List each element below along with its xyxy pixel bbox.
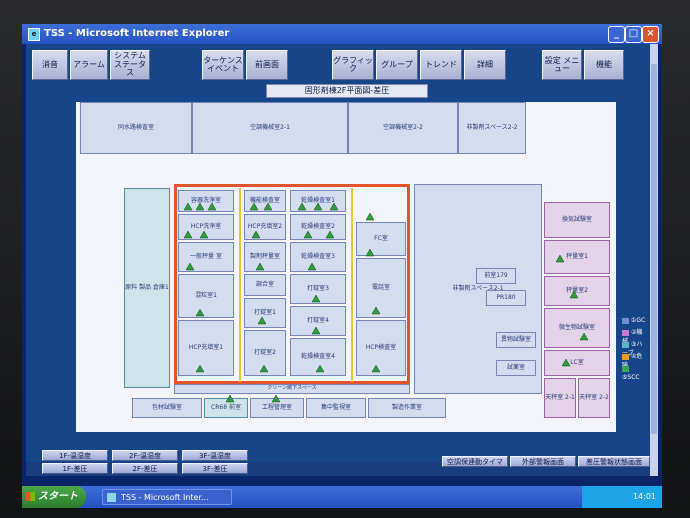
sensor-icon (313, 202, 323, 211)
prev-screen-button[interactable]: 前画面 (246, 50, 288, 80)
sensor-icon (257, 316, 267, 325)
clock: 14:01 (632, 492, 656, 501)
ie-icon (107, 493, 116, 502)
graphic-button[interactable]: グラフィック (332, 50, 374, 80)
sensor-icon (225, 394, 235, 403)
sensor-icon (183, 202, 193, 211)
hvac-timer-button[interactable]: 空調保連動タイマ (442, 456, 508, 467)
sensor-icon (315, 364, 325, 373)
sensor-icon (195, 364, 205, 373)
alarm-button[interactable]: アラーム (70, 50, 108, 80)
scroll-thumb[interactable] (651, 64, 657, 434)
app-client: 消音 アラーム システム ステータス ターケンス イベント 前画面 グラフィック… (26, 44, 652, 476)
sensor-icon (561, 358, 571, 367)
start-label: スタート (38, 491, 78, 502)
function-button[interactable]: 機能 (584, 50, 624, 80)
ie-icon: e (28, 28, 40, 41)
sensor-icon (185, 262, 195, 271)
sequence-event-button[interactable]: ターケンス イベント (202, 50, 244, 80)
taskbar: スタート TSS - Microsoft Inter... 14:01 (22, 486, 662, 508)
floor-plan: 同水路検査室 空調機械室2-1 空調機械室2-2 非製剤スペース2-2 原料 製… (76, 102, 616, 432)
trend-button[interactable]: トレンド (420, 50, 462, 80)
system-tray: 14:01 (582, 486, 662, 508)
nav-1f-temp-button[interactable]: 1F-温湿度 (42, 450, 108, 461)
sensor-icon (207, 202, 217, 211)
sensor-icon (271, 394, 281, 403)
sensor-icon (555, 254, 565, 263)
sensor-icon (307, 262, 317, 271)
system-status-button[interactable]: システム ステータス (110, 50, 150, 80)
detail-button[interactable]: 詳細 (464, 50, 506, 80)
silence-button[interactable]: 消音 (32, 50, 68, 80)
sensor-icon (325, 230, 335, 239)
sensor-icon (365, 248, 375, 257)
settings-menu-button[interactable]: 設定 メニュー (542, 50, 582, 80)
legend-label: ⑤SCC (622, 374, 640, 381)
sensor-icon (297, 202, 307, 211)
sensor-icon (365, 212, 375, 221)
nav-3f-pressure-button[interactable]: 3F-差圧 (182, 463, 248, 474)
sensor-icon (259, 364, 269, 373)
taskbar-item-ie[interactable]: TSS - Microsoft Inter... (102, 489, 232, 505)
sensor-icon (195, 308, 205, 317)
sensor-icon (371, 364, 381, 373)
sensor-icon (255, 262, 265, 271)
sensor-icon (579, 332, 589, 341)
sensor-icon (183, 230, 193, 239)
legend-item: ④危険 (622, 352, 648, 369)
group-button[interactable]: グループ (376, 50, 418, 80)
screen: e TSS - Microsoft Internet Explorer _ □ … (22, 24, 662, 508)
sensor-icon (303, 230, 313, 239)
sensor-icon (311, 326, 321, 335)
sensor-icon (311, 294, 321, 303)
legend-item: ⑤SCC (622, 364, 648, 381)
sensor-icon (251, 230, 261, 239)
sensor-icon (329, 202, 339, 211)
taskbar-item-label: TSS - Microsoft Inter... (121, 493, 209, 502)
sensor-icon (195, 202, 205, 211)
nav-3f-temp-button[interactable]: 3F-温湿度 (182, 450, 248, 461)
sensor-icon (371, 306, 381, 315)
sensor-icon (249, 202, 259, 211)
screen-title: 固形剤棟2F平面図-差圧 (266, 84, 428, 98)
nav-2f-pressure-button[interactable]: 2F-差圧 (112, 463, 178, 474)
legend-item: ①GC (622, 316, 648, 325)
sensor-icon (263, 202, 273, 211)
legend-label: ①GC (631, 317, 646, 324)
maximize-icon[interactable]: □ (625, 26, 642, 43)
sensor-icon (199, 230, 209, 239)
pressure-alarm-status-button[interactable]: 差圧警報状態画面 (578, 456, 650, 467)
nav-2f-temp-button[interactable]: 2F-温湿度 (112, 450, 178, 461)
minimize-icon[interactable]: _ (608, 26, 625, 43)
sensor-icon (569, 290, 579, 299)
window-title: TSS - Microsoft Internet Explorer (44, 28, 230, 39)
legend-item: ③ハーブ (622, 340, 648, 357)
sensor-markers (183, 202, 589, 403)
vertical-scrollbar[interactable] (650, 44, 658, 476)
windows-logo-icon (26, 492, 35, 501)
legend-item: ②機械 (622, 328, 648, 345)
nav-1f-pressure-button[interactable]: 1F-差圧 (42, 463, 108, 474)
start-button[interactable]: スタート (22, 486, 86, 508)
close-icon[interactable]: × (642, 26, 659, 43)
window-titlebar[interactable]: e TSS - Microsoft Internet Explorer _ □ … (22, 24, 662, 44)
external-alarm-button[interactable]: 外部警報画面 (510, 456, 576, 467)
